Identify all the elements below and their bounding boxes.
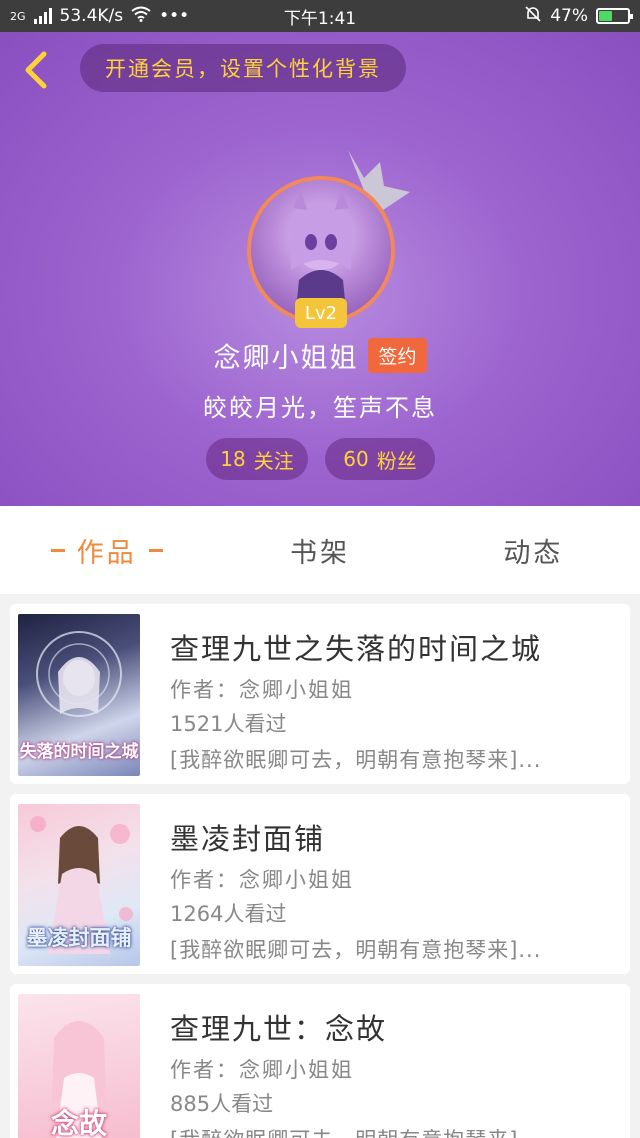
book-title: 查理九世：念故 <box>170 1012 388 1046</box>
book-title: 查理九世之失落的时间之城 <box>170 632 543 666</box>
book-author: 作者：念卿小姐姐 <box>170 868 354 892</box>
tab-indicator-left <box>50 548 65 552</box>
chevron-left-icon <box>25 51 47 89</box>
network-speed: 53.4K/s <box>59 6 124 26</box>
fans-button[interactable]: 60 粉丝 <box>325 438 435 480</box>
network-type: 2G <box>10 9 26 23</box>
book-cover: 失落的时间之城 <box>18 614 140 776</box>
book-card[interactable]: 念故 查理九世：念故 作者：念卿小姐姐 885人看过 [我醉欲眠卿可去，明朝有意… <box>10 984 630 1138</box>
vip-background-button[interactable]: 开通会员，设置个性化背景 <box>80 44 406 92</box>
tab-label: 书架 <box>289 537 350 569</box>
book-cover: 念故 <box>18 994 140 1138</box>
book-title: 墨凌封面铺 <box>170 822 326 856</box>
profile-tabs: 作品 书架 动态 <box>0 506 640 594</box>
following-count: 18 <box>220 447 246 471</box>
book-description: [我醉欲眠卿可去，明朝有意抱琴来]... <box>170 748 542 772</box>
signed-badge: 签约 <box>368 337 427 373</box>
fans-label: 粉丝 <box>376 448 417 473</box>
clock: 下午1:41 <box>283 8 357 29</box>
book-views: 1521人看过 <box>170 712 287 736</box>
book-card[interactable]: 失落的时间之城 查理九世之失落的时间之城 作者：念卿小姐姐 1521人看过 [我… <box>10 604 630 784</box>
battery-percent: 47% <box>550 6 588 26</box>
tab-activity[interactable]: 动态 <box>427 506 640 594</box>
battery-icon <box>596 8 633 24</box>
book-views: 885人看过 <box>170 1092 274 1116</box>
mute-bell-icon <box>524 5 542 28</box>
wifi-icon <box>131 6 151 27</box>
signal-icon <box>33 8 52 24</box>
back-button[interactable] <box>16 50 56 90</box>
cover-title: 墨凌封面铺 <box>26 925 132 950</box>
book-views: 1264人看过 <box>170 902 287 926</box>
tab-label: 动态 <box>503 537 564 569</box>
level-badge: Lv2 <box>295 298 347 328</box>
book-cover: 墨凌封面铺 <box>18 804 140 966</box>
status-bar: 2G 53.4K/s ••• 下午1:41 47% <box>0 0 640 32</box>
more-dots-icon: ••• <box>159 6 190 26</box>
book-description: [我醉欲眠卿可去，明朝有意抱琴来]... <box>170 938 542 962</box>
following-label: 关注 <box>253 448 294 473</box>
cover-title: 念故 <box>50 1107 107 1138</box>
profile-header: 开通会员，设置个性化背景 Lv2 念卿小姐姐 签约 皎皎月光，笙声不息 18 关… <box>0 32 640 506</box>
book-description: [我醉欲眠卿可去，明朝有意抱琴来]... <box>170 1124 614 1138</box>
book-author: 作者：念卿小姐姐 <box>170 678 354 702</box>
book-author: 作者：念卿小姐姐 <box>170 1058 354 1082</box>
battery-level <box>599 11 613 21</box>
cover-title: 失落的时间之城 <box>19 742 139 762</box>
user-motto: 皎皎月光，笙声不息 <box>203 394 437 422</box>
book-card[interactable]: 墨凌封面铺 墨凌封面铺 作者：念卿小姐姐 1264人看过 [我醉欲眠卿可去，明朝… <box>10 794 630 974</box>
tab-works[interactable]: 作品 <box>0 506 213 594</box>
tab-indicator-right <box>148 548 163 552</box>
tab-bookshelf[interactable]: 书架 <box>213 506 426 594</box>
fans-count: 60 <box>343 447 369 471</box>
following-button[interactable]: 18 关注 <box>206 438 308 480</box>
tab-label: 作品 <box>76 537 137 569</box>
username: 念卿小姐姐 <box>213 342 359 374</box>
